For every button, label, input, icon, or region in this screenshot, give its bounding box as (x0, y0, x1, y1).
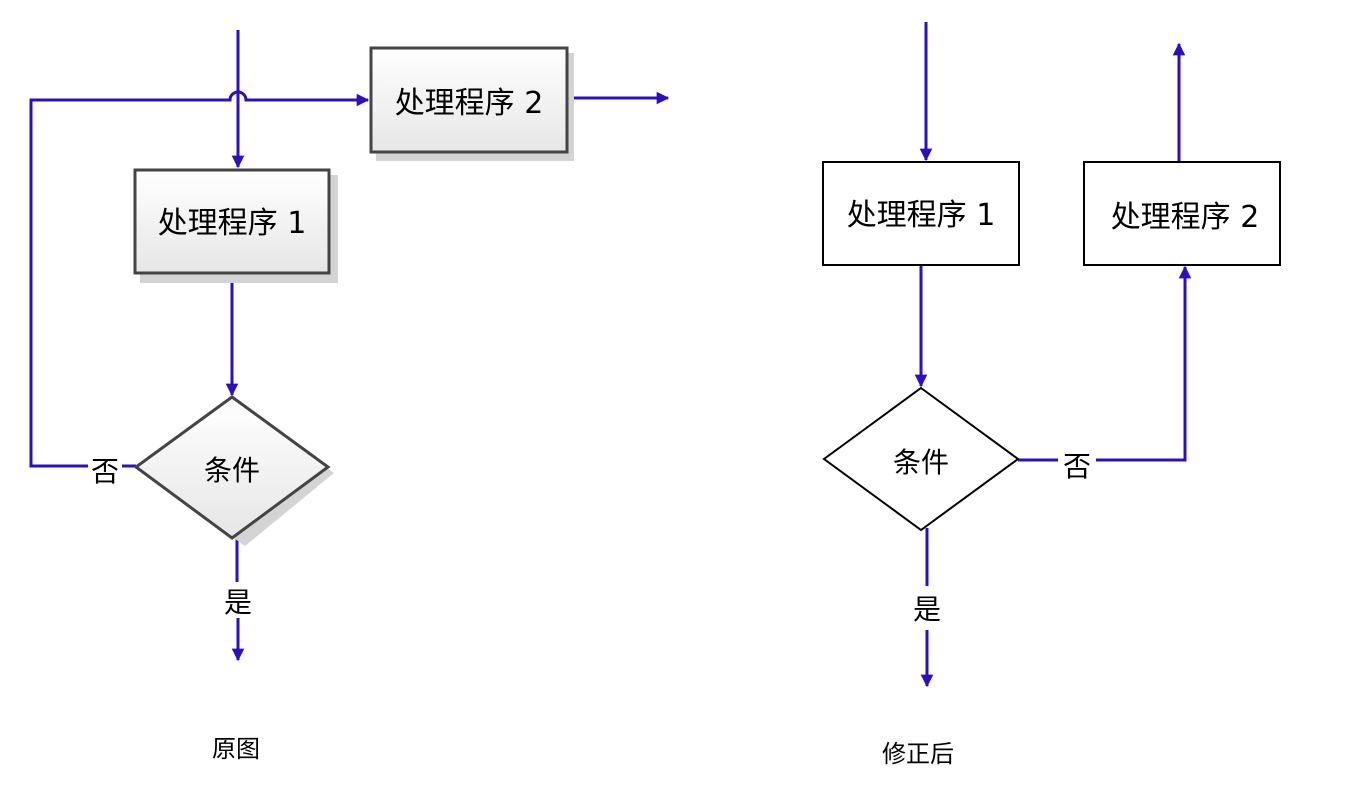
process2-label: 处理程序 2 (1111, 200, 1260, 235)
process1-label: 处理程序 1 (158, 206, 307, 241)
no-label: 否 (1063, 450, 1091, 483)
yes-label: 是 (224, 586, 252, 619)
process2-label: 处理程序 2 (395, 86, 544, 121)
yes-label: 是 (913, 593, 941, 626)
condition-label: 条件 (893, 446, 949, 479)
no-label: 否 (91, 455, 119, 488)
original-diagram: 处理程序 2 处理程序 1 条件 否 是 原图 (29, 30, 670, 763)
process1-label: 处理程序 1 (847, 198, 996, 233)
flowchart-canvas: 处理程序 2 处理程序 1 条件 否 是 原图 处理程序 1 处理程序 2 条件… (29, 22, 1281, 768)
condition-label: 条件 (204, 454, 260, 487)
fixed-diagram: 处理程序 1 处理程序 2 条件 否 是 修正后 (822, 22, 1281, 768)
fixed-caption: 修正后 (882, 740, 954, 768)
original-caption: 原图 (212, 735, 260, 763)
no-branch-to-process2 (1096, 265, 1192, 462)
